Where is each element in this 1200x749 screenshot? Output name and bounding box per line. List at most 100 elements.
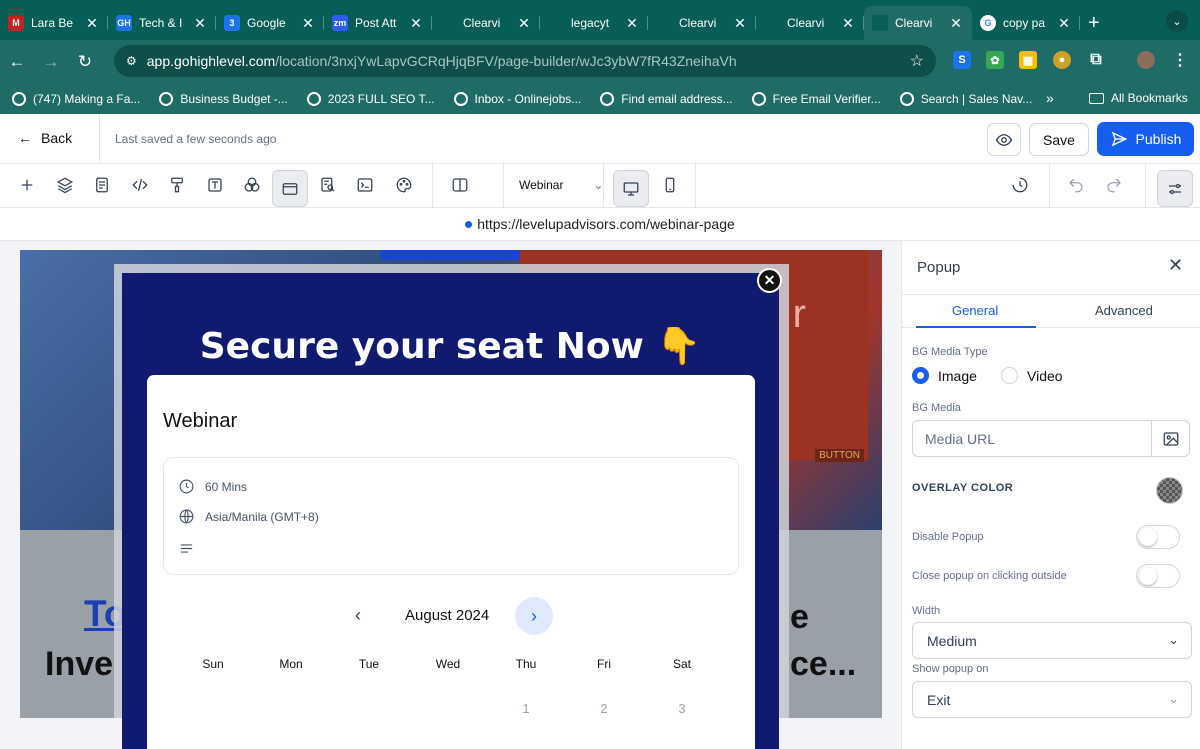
- text-icon[interactable]: [200, 170, 230, 200]
- popup-close-icon[interactable]: ✕: [757, 268, 782, 293]
- event-info-box: 60 Mins Asia/Manila (GMT+8): [163, 457, 739, 575]
- bookmark-label: Free Email Verifier...: [772, 92, 881, 106]
- seo-search-icon[interactable]: [313, 170, 343, 200]
- browser-tab[interactable]: Clearvi ✕: [432, 6, 540, 40]
- calendar-day[interactable]: 1: [511, 701, 541, 716]
- browser-tab[interactable]: zm Post Att ✕: [324, 6, 432, 40]
- radio-video[interactable]: Video: [1001, 367, 1063, 384]
- bookmark-item[interactable]: 2023 FULL SEO T...: [306, 92, 435, 106]
- extension-coin-icon[interactable]: ●: [1053, 51, 1071, 69]
- calendar-day[interactable]: 2: [589, 701, 619, 716]
- publish-button[interactable]: Publish: [1097, 122, 1194, 156]
- close-outside-toggle[interactable]: [1136, 564, 1180, 588]
- disable-popup-toggle[interactable]: [1136, 525, 1180, 549]
- browser-tab-bar: M Lara Be ✕ GH Tech & I ✕ 3 Google ✕ zm Post Att ✕ C…: [0, 0, 1200, 40]
- browser-tab[interactable]: Clearvi ✕: [648, 6, 756, 40]
- browser-tab[interactable]: Gcopy pa ✕: [972, 6, 1080, 40]
- gmail-icon: M: [8, 15, 24, 31]
- undo-icon[interactable]: [1061, 170, 1091, 200]
- extensions-puzzle-icon[interactable]: ⧉: [1087, 51, 1105, 69]
- calendar-day[interactable]: 3: [667, 701, 697, 716]
- template-select[interactable]: Webinar ⌄: [519, 178, 604, 192]
- extension-apps-icon[interactable]: ▦: [1019, 51, 1037, 69]
- back-button[interactable]: ← Back: [18, 130, 72, 146]
- popup-icon[interactable]: [272, 170, 308, 207]
- all-bookmarks-folder[interactable]: All Bookmarks: [1089, 91, 1188, 105]
- browser-tab[interactable]: 3 Google ✕: [216, 6, 324, 40]
- tab-title: Clearvi: [895, 16, 933, 30]
- terminal-icon[interactable]: [350, 170, 380, 200]
- site-settings-icon[interactable]: ⚙: [126, 54, 137, 68]
- tab-close-icon[interactable]: ✕: [624, 15, 640, 32]
- button-element-tag: BUTTON: [815, 449, 864, 462]
- forward-arrow-icon[interactable]: →: [34, 52, 68, 72]
- bookmark-item[interactable]: Find email address...: [600, 92, 733, 106]
- colors-icon[interactable]: [237, 170, 267, 200]
- bookmark-item[interactable]: Free Email Verifier...: [751, 92, 881, 106]
- bookmark-item[interactable]: Business Budget -...: [159, 92, 288, 106]
- radio-image[interactable]: Image: [912, 367, 977, 384]
- booking-calendar-card[interactable]: Webinar 60 Mins Asia/Manila (GMT+8) ‹ Au…: [147, 375, 755, 749]
- tab-close-icon[interactable]: ✕: [84, 15, 100, 32]
- tab-close-icon[interactable]: ✕: [516, 15, 532, 32]
- layers-icon[interactable]: [50, 170, 80, 200]
- url-omnibox[interactable]: ⚙ app.gohighlevel.com/location/3nxjYwLap…: [114, 45, 936, 77]
- extension-s-icon[interactable]: S: [953, 51, 971, 69]
- media-url-input[interactable]: Media URL: [912, 420, 1190, 457]
- webinar-popup[interactable]: Secure your seat Now 👇 Webinar 60 Mins A…: [122, 273, 779, 749]
- bookmark-star-icon[interactable]: ☆: [910, 51, 924, 71]
- tab-close-icon[interactable]: ✕: [192, 15, 208, 32]
- bookmark-item[interactable]: Search | Sales Nav...: [899, 92, 1032, 106]
- back-arrow-icon[interactable]: ←: [0, 52, 34, 72]
- tab-advanced[interactable]: Advanced: [1095, 303, 1153, 318]
- tab-close-icon[interactable]: ✕: [408, 15, 424, 32]
- width-label: Width: [912, 605, 941, 617]
- tab-close-icon[interactable]: ✕: [732, 15, 748, 32]
- tab-close-icon[interactable]: ✕: [948, 15, 964, 32]
- tab-close-icon[interactable]: ✕: [1056, 15, 1072, 32]
- redo-icon[interactable]: [1099, 170, 1129, 200]
- chevron-left-icon[interactable]: ‹: [355, 605, 361, 626]
- browser-tab[interactable]: M Lara Be ✕: [0, 6, 108, 40]
- width-select[interactable]: Medium ⌄: [912, 622, 1192, 659]
- image-picker-icon[interactable]: [1151, 421, 1189, 456]
- palette-icon[interactable]: [389, 170, 419, 200]
- code-icon[interactable]: [125, 170, 155, 200]
- bookmark-item[interactable]: (747) Making a Fa...: [12, 92, 140, 106]
- overlay-color-label: OVERLAY COLOR: [912, 482, 1014, 494]
- toolbar-divider: [503, 164, 504, 208]
- close-icon[interactable]: ✕: [1168, 255, 1183, 276]
- chevron-right-icon[interactable]: ›: [515, 597, 553, 635]
- tab-title: Clearvi: [787, 16, 825, 30]
- browser-tab[interactable]: legacyt ✕: [540, 6, 648, 40]
- bookmark-item[interactable]: Inbox - Onlinejobs...: [453, 92, 581, 106]
- split-view-icon[interactable]: [445, 170, 475, 200]
- paint-roller-icon[interactable]: [162, 170, 192, 200]
- new-tab-icon[interactable]: +: [1088, 6, 1100, 40]
- browser-tab[interactable]: GH Tech & I ✕: [108, 6, 216, 40]
- extension-gift-icon[interactable]: ✿: [986, 51, 1004, 69]
- tab-general[interactable]: General: [952, 303, 998, 318]
- reload-icon[interactable]: ↻: [68, 52, 102, 72]
- mobile-view-icon[interactable]: [655, 170, 685, 200]
- show-on-select[interactable]: Exit ⌄: [912, 681, 1192, 718]
- radio-video-label: Video: [1027, 367, 1063, 384]
- add-element-icon[interactable]: [12, 170, 42, 200]
- browser-menu-icon[interactable]: ⋮: [1171, 51, 1189, 69]
- tab-search-icon[interactable]: ⌄: [1166, 10, 1188, 32]
- bookmarks-overflow-icon[interactable]: »: [1046, 90, 1054, 106]
- tab-close-icon[interactable]: ✕: [840, 15, 856, 32]
- desktop-view-icon[interactable]: [613, 170, 649, 207]
- weekday-label: Sat: [672, 657, 691, 671]
- preview-button[interactable]: [987, 123, 1021, 156]
- tab-close-icon[interactable]: ✕: [300, 15, 316, 32]
- browser-tab[interactable]: Clearvi ✕: [756, 6, 864, 40]
- settings-sliders-icon[interactable]: [1157, 170, 1193, 207]
- history-icon[interactable]: [1005, 170, 1035, 200]
- overlay-color-swatch[interactable]: [1156, 477, 1183, 504]
- profile-avatar[interactable]: [1137, 51, 1155, 69]
- weekday-label: Tue: [358, 657, 380, 671]
- browser-tab[interactable]: Clearvi ✕: [864, 6, 972, 40]
- pages-icon[interactable]: [87, 170, 117, 200]
- save-button[interactable]: Save: [1029, 123, 1089, 156]
